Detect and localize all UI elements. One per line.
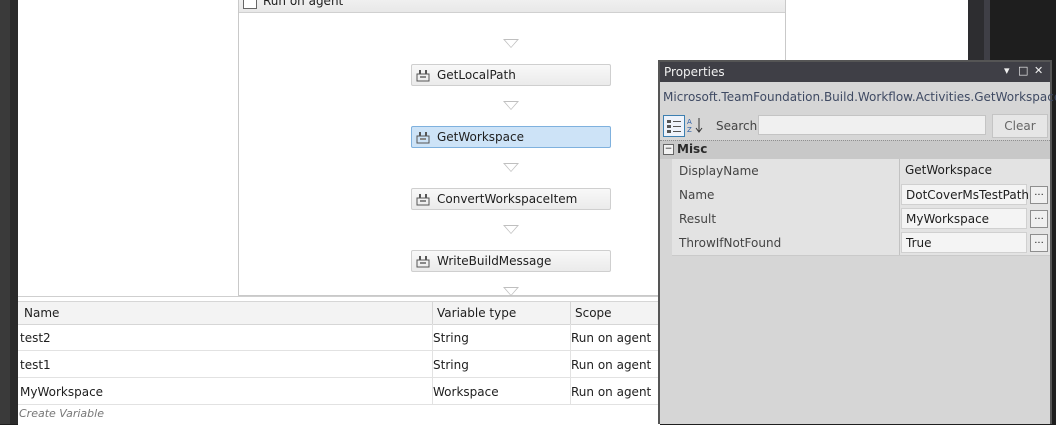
variable-type[interactable]: Workspace: [433, 385, 499, 399]
properties-toolbar: A Z Search: Clear: [660, 114, 1050, 138]
ellipsis-button[interactable]: ...: [1030, 210, 1048, 228]
activity-icon: [416, 70, 430, 82]
clear-button[interactable]: Clear: [992, 114, 1048, 138]
properties-title: Properties: [664, 65, 725, 79]
table-row[interactable]: MyWorkspace Workspace Run on agent: [18, 378, 660, 405]
property-value[interactable]: DotCoverMsTestPath: [906, 188, 1029, 202]
sequence-title: Run on agent: [263, 0, 344, 8]
column-header-scope[interactable]: Scope: [575, 306, 612, 320]
property-value[interactable]: True: [906, 236, 932, 250]
collapse-icon[interactable]: ⌃: [769, 0, 778, 6]
property-row-displayname[interactable]: DisplayName GetWorkspace: [672, 159, 1050, 184]
property-value-field[interactable]: True: [901, 232, 1027, 253]
category-misc[interactable]: − Misc: [660, 140, 1050, 159]
flow-arrow-icon: [503, 225, 519, 234]
search-input[interactable]: [758, 115, 986, 135]
property-name: Result: [679, 212, 717, 226]
create-variable-link[interactable]: Create Variable: [19, 407, 104, 420]
table-row[interactable]: test2 String Run on agent: [18, 324, 660, 351]
property-row-name[interactable]: Name DotCoverMsTestPath ...: [672, 183, 1050, 208]
variable-name[interactable]: test2: [20, 331, 51, 345]
property-value[interactable]: GetWorkspace: [905, 163, 992, 177]
property-row-result[interactable]: Result MyWorkspace ...: [672, 207, 1050, 232]
column-header-type[interactable]: Variable type: [437, 306, 516, 320]
left-scroll-gutter: [10, 0, 18, 424]
activity-label: ConvertWorkspaceItem: [437, 192, 578, 206]
collapse-icon[interactable]: −: [663, 144, 674, 155]
right-frame-divider: [984, 0, 990, 62]
property-value[interactable]: MyWorkspace: [906, 212, 989, 226]
activity-icon: [416, 132, 430, 144]
window-menu-icon[interactable]: ▾: [1004, 64, 1010, 77]
selected-type-name: Microsoft.TeamFoundation.Build.Workflow.…: [663, 90, 1056, 104]
property-name: DisplayName: [679, 164, 759, 178]
variable-name[interactable]: MyWorkspace: [20, 385, 103, 399]
variables-header: Name Variable type Scope: [18, 301, 660, 325]
ellipsis-button[interactable]: ...: [1030, 186, 1048, 204]
variable-scope[interactable]: Run on agent: [571, 358, 651, 372]
property-name: ThrowIfNotFound: [679, 236, 782, 250]
flow-arrow-icon: [503, 39, 519, 48]
svg-text:A: A: [687, 118, 692, 126]
ellipsis-button[interactable]: ...: [1030, 234, 1048, 252]
property-value-field[interactable]: DotCoverMsTestPath: [901, 184, 1029, 205]
activity-label: GetWorkspace: [437, 130, 524, 144]
category-sort-icon[interactable]: [663, 115, 685, 137]
variable-name[interactable]: test1: [20, 358, 51, 372]
close-icon[interactable]: ✕: [1034, 64, 1043, 77]
sequence-header[interactable]: Run on agent ⌃: [239, 0, 785, 13]
activity-get-local-path[interactable]: GetLocalPath: [411, 64, 611, 86]
properties-panel: Properties ▾ □ ✕ Microsoft.TeamFoundatio…: [658, 60, 1056, 424]
variable-scope[interactable]: Run on agent: [571, 385, 651, 399]
activity-icon: [416, 256, 430, 268]
svg-text:Z: Z: [687, 126, 692, 134]
flow-arrow-icon: [503, 287, 519, 296]
variable-type[interactable]: String: [433, 358, 469, 372]
category-label: Misc: [677, 142, 708, 156]
flow-arrow-icon: [503, 101, 519, 110]
alpha-sort-icon[interactable]: A Z: [686, 116, 704, 134]
properties-titlebar[interactable]: Properties ▾ □ ✕: [660, 62, 1050, 82]
variable-type[interactable]: String: [433, 331, 469, 345]
flow-arrow-icon: [503, 163, 519, 172]
variables-grid[interactable]: Name Variable type Scope test2 String Ru…: [18, 296, 660, 425]
property-value-field[interactable]: GetWorkspace: [901, 160, 1048, 181]
activity-icon: [416, 194, 430, 206]
activity-convert-workspace-item[interactable]: ConvertWorkspaceItem: [411, 188, 611, 210]
activity-get-workspace[interactable]: GetWorkspace: [411, 126, 611, 148]
variable-scope[interactable]: Run on agent: [571, 331, 651, 345]
table-row[interactable]: test1 String Run on agent: [18, 351, 660, 378]
activity-write-build-message[interactable]: WriteBuildMessage: [411, 250, 611, 272]
property-row-throwifnotfound[interactable]: ThrowIfNotFound True ...: [672, 231, 1050, 256]
column-header-name[interactable]: Name: [24, 306, 59, 320]
property-value-field[interactable]: MyWorkspace: [901, 208, 1027, 229]
sequence-icon: [243, 0, 257, 9]
activity-label: WriteBuildMessage: [437, 254, 552, 268]
search-label: Search:: [716, 119, 762, 133]
property-name: Name: [679, 188, 715, 202]
maximize-icon[interactable]: □: [1018, 64, 1028, 77]
activity-label: GetLocalPath: [437, 68, 516, 82]
